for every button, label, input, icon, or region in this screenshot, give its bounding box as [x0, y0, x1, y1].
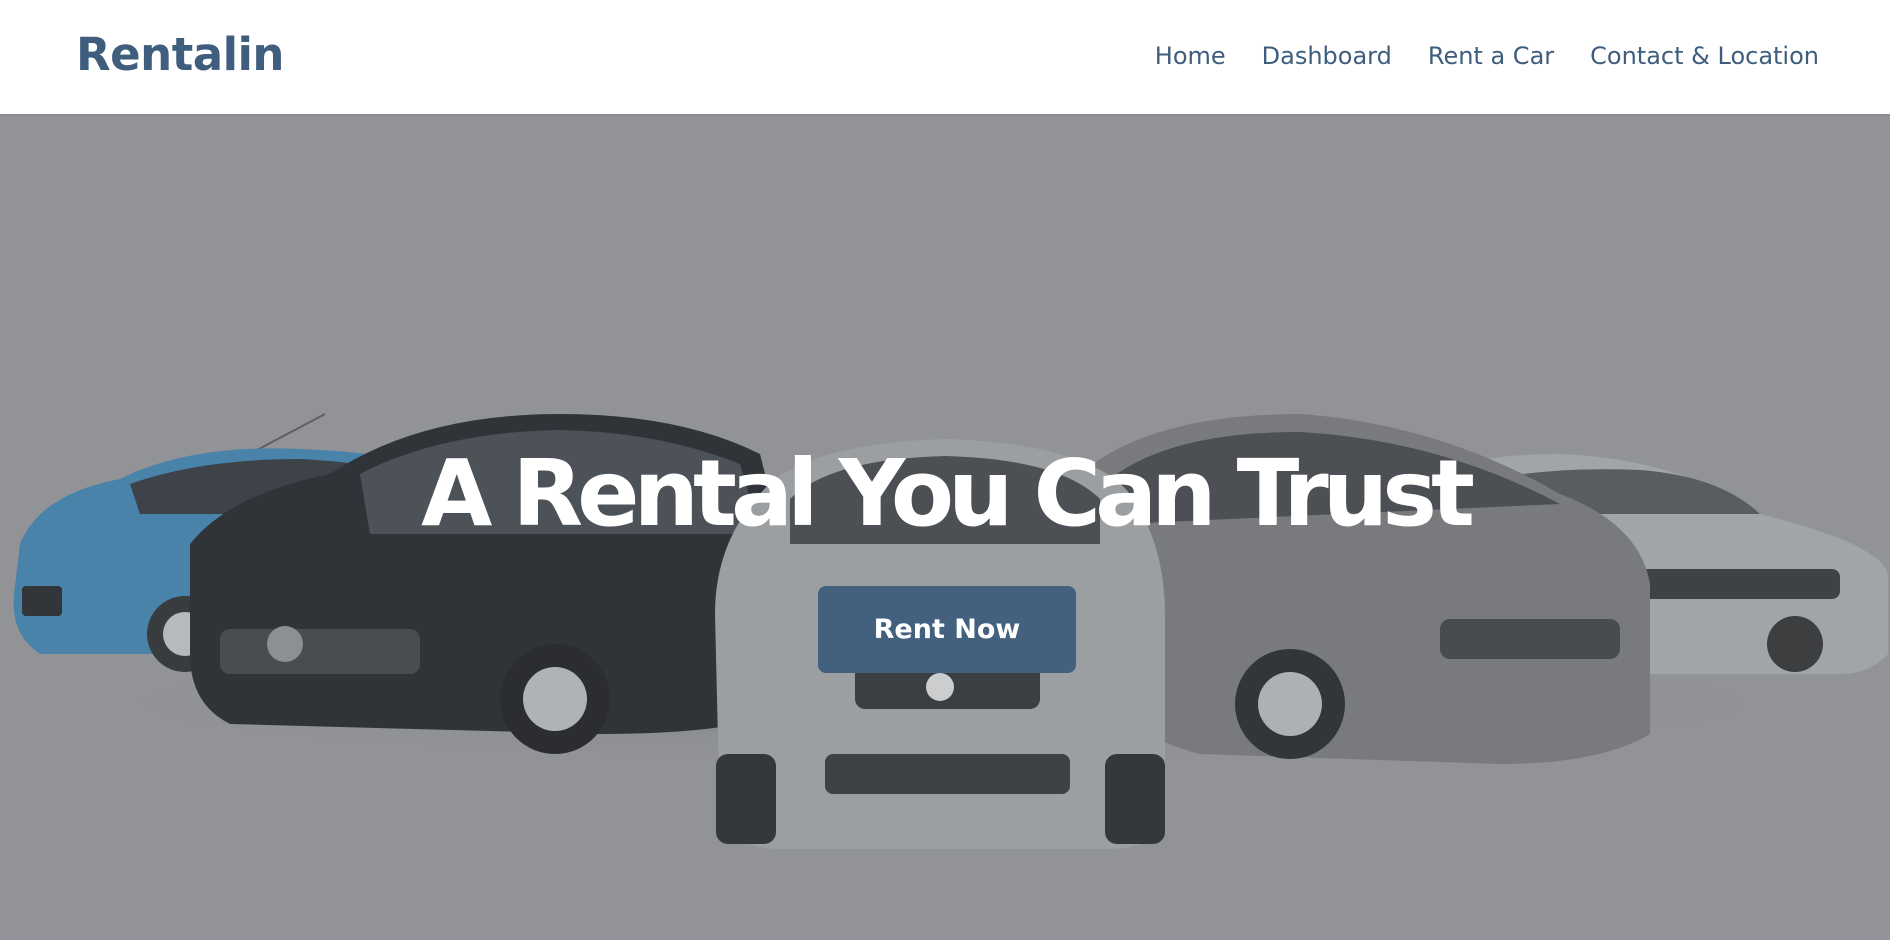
top-navbar: Rentalin Home Dashboard Rent a Car Conta… — [0, 0, 1890, 114]
hero-headline: A Rental You Can Trust — [421, 440, 1475, 547]
rent-now-button[interactable]: Rent Now — [818, 586, 1076, 673]
nav-rent-a-car-link[interactable]: Rent a Car — [1428, 37, 1554, 75]
brand-logo[interactable]: Rentalin — [76, 26, 284, 84]
nav-home-link[interactable]: Home — [1155, 37, 1226, 75]
main-nav: Home Dashboard Rent a Car Contact & Loca… — [1155, 36, 1819, 76]
nav-dashboard-link[interactable]: Dashboard — [1262, 37, 1392, 75]
hero-section: A Rental You Can Trust Rent Now — [0, 114, 1890, 940]
nav-contact-location-link[interactable]: Contact & Location — [1590, 37, 1819, 75]
